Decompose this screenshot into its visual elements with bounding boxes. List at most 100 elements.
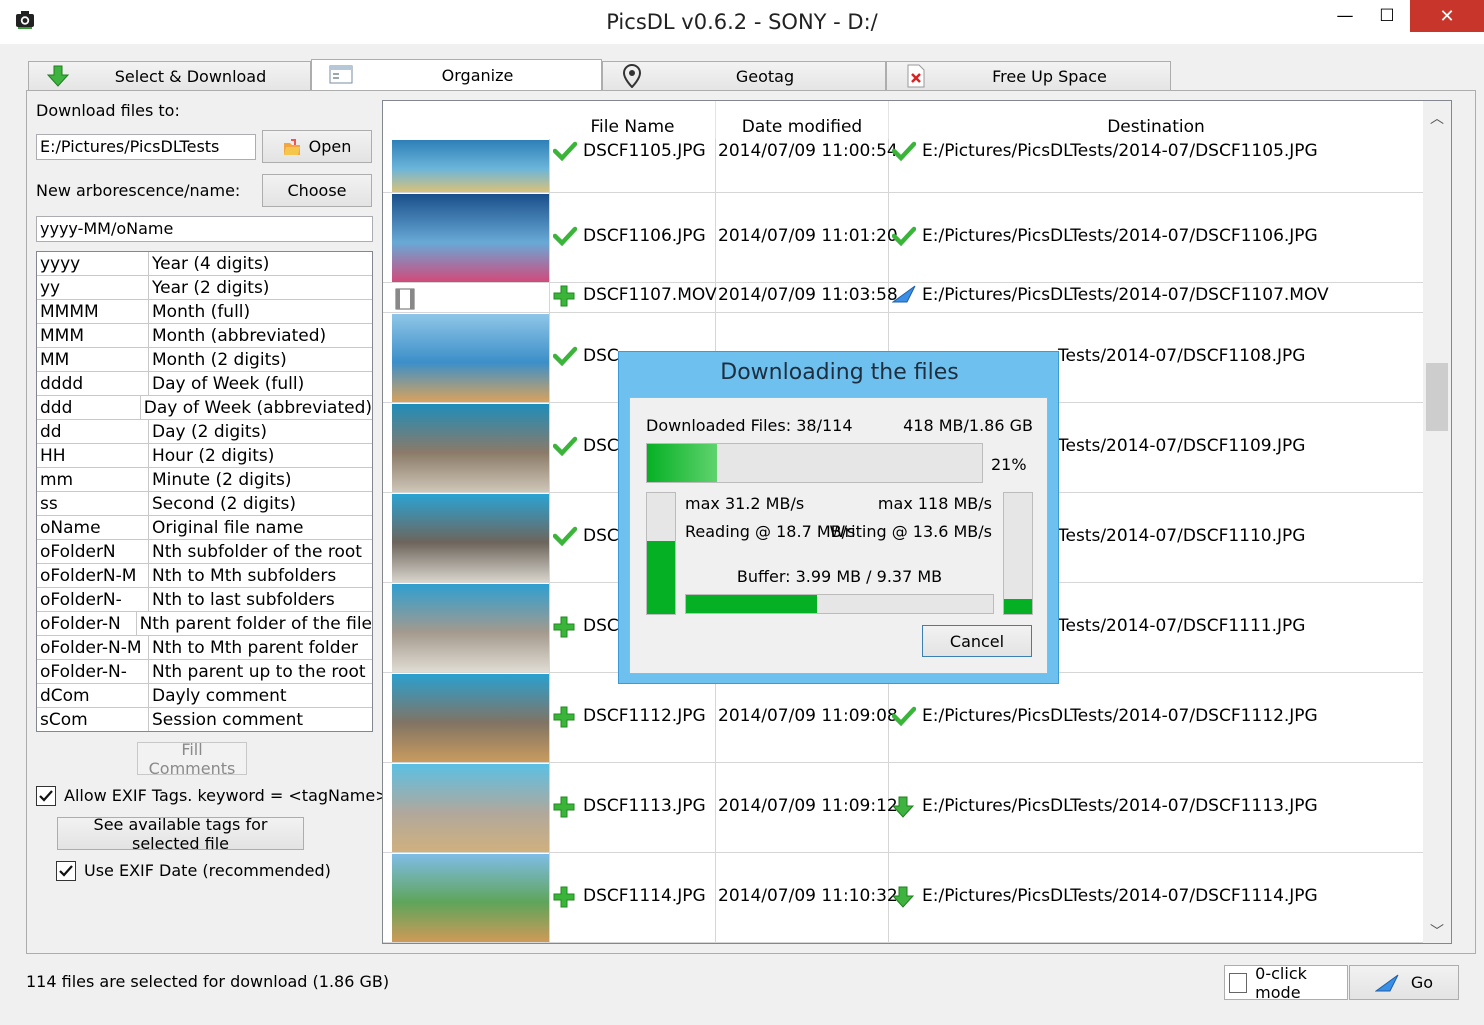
format-row[interactable]: dd Day (2 digits) <box>37 420 372 444</box>
format-row[interactable]: ddd Day of Week (abbreviated) <box>37 396 372 420</box>
column-separator <box>715 139 716 193</box>
file-row[interactable]: DSCF1114.JPG 2014/07/09 11:10:32 E:/Pictur… <box>383 853 1423 943</box>
destination-cell: E:/Pictures/PicsDLTests/2014-07/DSCF1112… <box>922 706 1318 726</box>
blue-arrow-icon <box>891 285 916 307</box>
go-button[interactable]: Go <box>1349 965 1459 1000</box>
zero-click-checkbox[interactable] <box>1229 972 1248 993</box>
date-modified-cell: 2014/07/09 11:09:08 <box>718 706 898 726</box>
format-row[interactable]: MMMM Month (full) <box>37 300 372 324</box>
file-name-cell: DSC <box>583 616 619 636</box>
photo-thumbnail <box>392 764 549 852</box>
format-row[interactable]: yyyy Year (4 digits) <box>37 252 372 276</box>
format-code: oFolder-N-M <box>37 636 149 659</box>
add-plus-icon <box>553 285 575 311</box>
format-description: Day of Week (full) <box>152 374 305 394</box>
scrollbar-thumb[interactable] <box>1426 363 1448 431</box>
destination-cell: Tests/2014-07/DSCF1108.JPG <box>1058 346 1306 366</box>
column-separator <box>549 583 550 673</box>
file-row[interactable]: DSCF1112.JPG 2014/07/09 11:09:08 E:/Pictur… <box>383 673 1423 763</box>
file-row[interactable]: DSCF1106.JPG 2014/07/09 11:01:20 E:/Pictur… <box>383 193 1423 283</box>
format-description: Nth parent up to the root <box>152 662 366 682</box>
see-tags-button[interactable]: See available tags for selected file <box>57 815 304 853</box>
cancel-button[interactable]: Cancel <box>922 625 1032 657</box>
download-to-label: Download files to: <box>36 101 180 120</box>
download-path-field[interactable]: E:/Pictures/PicsDLTests <box>36 134 256 160</box>
maximize-button[interactable]: ☐ <box>1364 0 1410 32</box>
format-row[interactable]: oFolderN-M Nth to Mth subfolders <box>37 564 372 588</box>
format-code: HH <box>37 444 149 467</box>
format-row[interactable]: mm Minute (2 digits) <box>37 468 372 492</box>
file-row[interactable]: DSCF1107.MOV 2014/07/09 11:03:58 E:/Pictur… <box>383 283 1423 313</box>
date-modified-cell: 2014/07/09 11:00:54 <box>718 141 898 161</box>
window-icon <box>328 63 354 87</box>
destination-cell: Tests/2014-07/DSCF1110.JPG <box>1058 526 1306 546</box>
tab-select-download[interactable]: Select & Download <box>28 61 311 91</box>
buffer-fill <box>686 595 817 613</box>
pattern-field[interactable]: yyyy-MM/oName <box>36 216 373 242</box>
vertical-scrollbar[interactable]: ︿ ﹀ <box>1423 101 1451 943</box>
format-row[interactable]: oFolderN Nth subfolder of the root <box>37 540 372 564</box>
format-row[interactable]: dddd Day of Week (full) <box>37 372 372 396</box>
format-description: Month (full) <box>152 302 251 322</box>
format-row[interactable]: MM Month (2 digits) <box>37 348 372 372</box>
scroll-down-arrow-icon[interactable]: ﹀ <box>1423 919 1451 943</box>
format-row[interactable]: oFolderN- Nth to last subfolders <box>37 588 372 612</box>
column-separator <box>549 673 550 763</box>
minimize-button[interactable]: — <box>1322 0 1368 32</box>
tab-label: Organize <box>441 65 514 85</box>
video-file-icon <box>392 284 549 312</box>
file-name-cell: DSCF1114.JPG <box>583 886 706 906</box>
check-icon <box>552 436 578 460</box>
column-separator <box>549 403 550 493</box>
zero-click-label: 0-click mode <box>1255 963 1307 1002</box>
tab-free-up-space[interactable]: Free Up Space <box>886 61 1171 91</box>
use-exif-date-checkbox[interactable] <box>56 861 76 881</box>
allow-exif-checkbox[interactable] <box>36 786 56 806</box>
format-codes-table[interactable]: yyyy Year (4 digits) yy Year (2 digits) MMMM… <box>36 251 373 732</box>
format-code: dCom <box>37 684 149 707</box>
dialog-title: Downloading the files <box>720 360 959 385</box>
open-button-label: Open <box>308 137 352 156</box>
open-button[interactable]: Open <box>262 130 372 163</box>
buffer-label: Buffer: 3.99 MB / 9.37 MB <box>736 567 943 586</box>
format-row[interactable]: dCom Dayly comment <box>37 684 372 708</box>
destination-cell: Tests/2014-07/DSCF1109.JPG <box>1058 436 1306 456</box>
close-button[interactable]: ✕ <box>1410 0 1484 32</box>
format-row[interactable]: oFolder-N Nth parent folder of the file <box>37 612 372 636</box>
scroll-up-arrow-icon[interactable]: ︿ <box>1423 105 1451 131</box>
check-icon <box>552 226 578 250</box>
format-code: sCom <box>37 708 149 731</box>
format-code: oFolder-N <box>37 612 137 635</box>
zero-click-mode-toggle[interactable]: 0-click mode <box>1224 963 1348 1002</box>
format-row[interactable]: oName Original file name <box>37 516 372 540</box>
tab-organize[interactable]: Organize <box>311 59 602 91</box>
check-icon <box>552 346 578 370</box>
destination-cell: Tests/2014-07/DSCF1111.JPG <box>1058 616 1306 636</box>
format-row[interactable]: oFolder-N-M Nth to Mth parent folder <box>37 636 372 660</box>
photo-thumbnail <box>392 584 549 672</box>
window-title: PicsDL v0.6.2 - SONY - D:/ <box>606 10 878 34</box>
format-code: dddd <box>37 372 149 395</box>
go-button-label: Go <box>1410 973 1434 992</box>
read-speed-fill <box>647 541 675 614</box>
file-row[interactable]: DSCF1105.JPG 2014/07/09 11:00:54 E:/Pictur… <box>383 139 1423 193</box>
format-description: Year (4 digits) <box>152 254 270 274</box>
green-download-arrow-icon <box>45 64 71 88</box>
format-description: Minute (2 digits) <box>152 470 292 490</box>
format-row[interactable]: MMM Month (abbreviated) <box>37 324 372 348</box>
file-name-cell: DSCF1113.JPG <box>583 796 706 816</box>
file-name-cell: DSC <box>583 436 619 456</box>
format-row[interactable]: ss Second (2 digits) <box>37 492 372 516</box>
format-row[interactable]: oFolder-N- Nth parent up to the root <box>37 660 372 684</box>
format-row[interactable]: sCom Session comment <box>37 708 372 731</box>
file-row[interactable]: DSCF1113.JPG 2014/07/09 11:09:12 E:/Pictur… <box>383 763 1423 853</box>
writing-speed: Writing @ 13.6 MB/s <box>829 522 992 541</box>
choose-button[interactable]: Choose <box>262 174 372 207</box>
format-row[interactable]: yy Year (2 digits) <box>37 276 372 300</box>
format-description: Second (2 digits) <box>152 494 297 514</box>
format-row[interactable]: HH Hour (2 digits) <box>37 444 372 468</box>
format-code: mm <box>37 468 149 491</box>
format-code: oFolderN <box>37 540 149 563</box>
fill-comments-button[interactable]: Fill Comments <box>137 740 247 778</box>
tab-geotag[interactable]: Geotag <box>602 61 886 91</box>
